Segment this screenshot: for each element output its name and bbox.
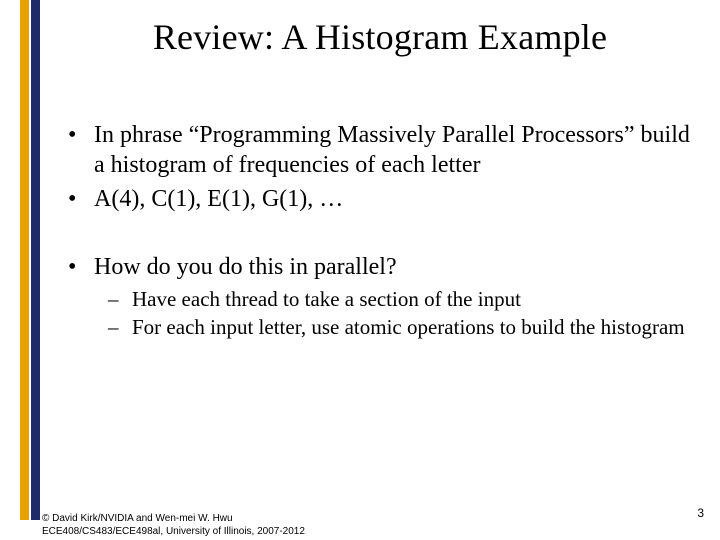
spacer <box>60 218 690 252</box>
accent-stripe-blue <box>31 0 40 520</box>
bullet-list: In phrase “Programming Massively Paralle… <box>60 120 690 214</box>
sub-bullet-item: For each input letter, use atomic operat… <box>102 314 690 340</box>
footer-line: ECE408/CS483/ECE498al, University of Ill… <box>42 526 305 539</box>
page-number: 3 <box>697 506 704 520</box>
slide-body: In phrase “Programming Massively Paralle… <box>60 120 690 345</box>
accent-stripe-orange <box>20 0 29 520</box>
slide: Review: A Histogram Example In phrase “P… <box>0 0 720 540</box>
bullet-item: How do you do this in parallel? Have eac… <box>60 252 690 341</box>
footer-line: © David Kirk/NVIDIA and Wen-mei W. Hwu <box>42 513 305 526</box>
bullet-item: A(4), C(1), E(1), G(1), … <box>60 184 690 214</box>
bullet-item: In phrase “Programming Massively Paralle… <box>60 120 690 180</box>
slide-title: Review: A Histogram Example <box>60 16 700 58</box>
sub-bullet-list: Have each thread to take a section of th… <box>94 286 690 341</box>
sub-bullet-item: Have each thread to take a section of th… <box>102 286 690 312</box>
footer-copyright: © David Kirk/NVIDIA and Wen-mei W. Hwu E… <box>42 513 305 538</box>
bullet-text: How do you do this in parallel? <box>94 254 397 280</box>
bullet-list: How do you do this in parallel? Have eac… <box>60 252 690 341</box>
